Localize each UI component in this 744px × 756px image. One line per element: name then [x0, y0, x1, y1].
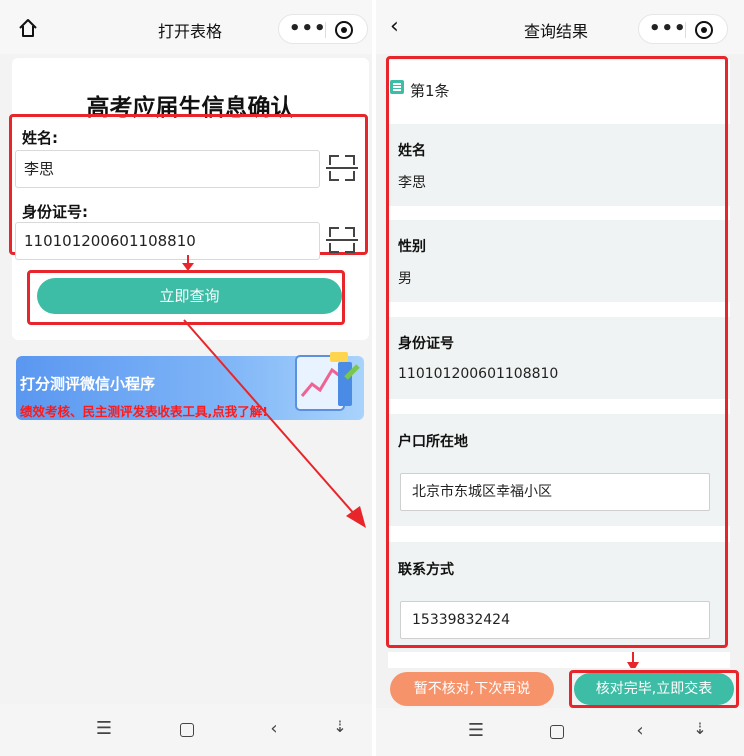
- down-arrow-icon[interactable]: ⇣: [689, 719, 711, 738]
- arrow-down-icon: [182, 255, 194, 271]
- results-highlight: [386, 56, 728, 648]
- menu-icon[interactable]: ☰: [92, 718, 116, 739]
- right-page-title: 查询结果: [523, 22, 588, 41]
- target-icon[interactable]: [695, 21, 713, 39]
- capsule-divider: [685, 22, 686, 38]
- capsule-divider: [325, 22, 326, 38]
- back-icon[interactable]: ‹: [390, 14, 399, 40]
- target-icon[interactable]: [335, 21, 353, 39]
- name-input[interactable]: 李思: [15, 150, 320, 188]
- left-page-title: 打开表格: [157, 22, 222, 41]
- confirm-submit-button[interactable]: 核对完毕,立即交表: [574, 673, 734, 705]
- name-label: 姓名:: [22, 129, 58, 147]
- banner-title: 打分测评微信小程序: [20, 375, 156, 393]
- menu-icon[interactable]: ☰: [464, 720, 488, 741]
- chevron-left-icon[interactable]: ‹: [630, 720, 650, 741]
- mini-program-capsule[interactable]: •••: [638, 14, 728, 44]
- later-button[interactable]: 暂不核对,下次再说: [390, 672, 554, 706]
- id-input[interactable]: 110101200601108810: [15, 222, 320, 260]
- home-icon[interactable]: [17, 17, 39, 39]
- right-screen: ‹ 查询结果 ••• 第1条 姓名 李思 性别 男 身份证号 110101200…: [376, 0, 744, 756]
- chevron-left-icon[interactable]: ‹: [264, 718, 284, 739]
- square-icon[interactable]: [550, 725, 564, 739]
- more-icon[interactable]: •••: [649, 18, 686, 40]
- more-icon[interactable]: •••: [289, 18, 326, 40]
- scan-icon[interactable]: [326, 227, 358, 253]
- id-label: 身份证号:: [22, 203, 88, 221]
- down-arrow-icon[interactable]: ⇣: [329, 717, 351, 736]
- mini-program-capsule[interactable]: •••: [278, 14, 368, 44]
- scan-icon[interactable]: [326, 155, 358, 181]
- diagonal-arrow-icon: [183, 319, 366, 528]
- query-button[interactable]: 立即查询: [37, 278, 342, 314]
- square-icon[interactable]: [180, 723, 194, 737]
- left-screen: 打开表格 ••• 高考应届生信息确认 姓名: 李思 身份证号: 11010120…: [0, 0, 372, 756]
